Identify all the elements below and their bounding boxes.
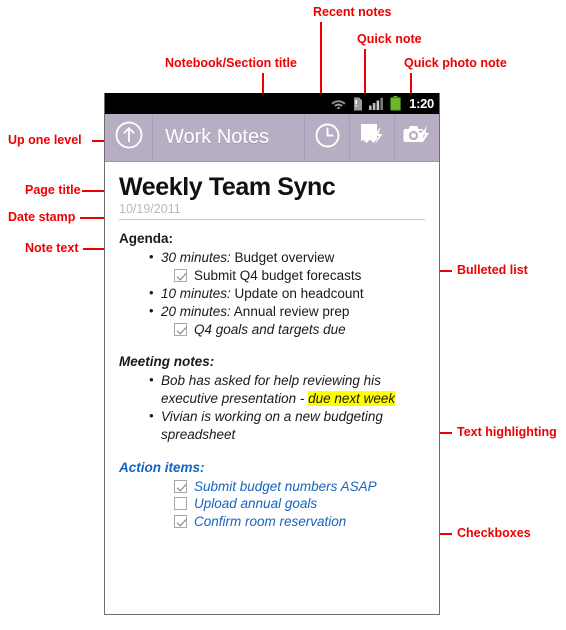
checkbox-label: Submit budget numbers ASAP [194, 478, 377, 494]
battery-icon [390, 96, 402, 111]
bullet-text: Update on headcount [230, 285, 364, 301]
list-item[interactable]: 30 minutes: Budget overview [119, 248, 425, 267]
highlighted-text: due next week [308, 391, 396, 407]
checkbox[interactable] [174, 497, 187, 511]
checkbox-label: Submit Q4 budget forecasts [194, 268, 362, 284]
checkbox-label: Upload annual goals [194, 496, 318, 512]
bullet-lead: 30 minutes: [161, 250, 231, 266]
signal-bars-icon [369, 97, 384, 110]
sd-card-warning-icon [352, 97, 363, 111]
checkbox-row[interactable]: Q4 goals and targets due [119, 321, 425, 339]
list-item[interactable]: Submit Q4 budget forecasts [119, 267, 425, 285]
list-item[interactable]: Vivian is working on a new budgeting spr… [119, 407, 425, 444]
list-item[interactable]: Bob has asked for help reviewing his exe… [119, 371, 425, 408]
checkbox-row[interactable]: Upload annual goals [119, 495, 425, 513]
bullet-lead: 10 minutes: [161, 285, 231, 301]
agenda-list: 30 minutes: Budget overview Submit Q4 bu… [119, 248, 425, 339]
checkbox-row[interactable]: Submit Q4 budget forecasts [119, 267, 425, 285]
list-item[interactable]: 10 minutes: Update on headcount [119, 284, 425, 303]
action-bar: Work Notes [105, 114, 439, 162]
annotation-quick-photo-note: Quick photo note [404, 56, 507, 70]
annotation-text-highlighting: Text highlighting [457, 425, 557, 439]
annotation-page-title: Page title [25, 183, 81, 197]
checkbox[interactable] [174, 269, 187, 283]
checkbox[interactable] [174, 322, 187, 336]
action-items-heading: Action items: [119, 459, 205, 475]
recent-notes-button[interactable] [304, 114, 349, 161]
page-title[interactable]: Weekly Team Sync [119, 174, 425, 201]
clock-icon [314, 122, 341, 154]
annotation-checkboxes: Checkboxes [457, 526, 531, 540]
bullet-text: Annual review prep [230, 303, 350, 319]
phone-screen: 1:20 Work Notes Weekly Team Sync 10/19/2… [104, 93, 440, 615]
quick-note-button[interactable] [349, 114, 394, 161]
status-bar: 1:20 [105, 93, 439, 114]
list-item[interactable]: 20 minutes: Annual review prep [119, 302, 425, 321]
annotation-recent-notes: Recent notes [313, 5, 392, 19]
annotation-bulleted-list: Bulleted list [457, 263, 528, 277]
meeting-notes-list: Bob has asked for help reviewing his exe… [119, 371, 425, 444]
annotation-date-stamp: Date stamp [8, 210, 76, 224]
agenda-heading: Agenda: [119, 231, 173, 247]
note-text: Vivian is working on a new budgeting spr… [161, 408, 383, 442]
checkbox-row[interactable]: Submit budget numbers ASAP [119, 478, 425, 496]
wifi-icon [331, 98, 346, 110]
up-one-level-button[interactable] [105, 114, 153, 161]
notebook-section-title[interactable]: Work Notes [153, 114, 304, 161]
date-stamp: 10/19/2011 [119, 202, 425, 221]
list-item[interactable]: Q4 goals and targets due [119, 321, 425, 339]
status-bar-clock: 1:20 [409, 96, 434, 111]
bullet-text: Budget overview [230, 250, 335, 266]
camera-flash-icon [402, 122, 432, 153]
checkbox-label: Confirm room reservation [194, 514, 347, 530]
checkbox-label: Q4 goals and targets due [194, 321, 346, 337]
meeting-notes-heading: Meeting notes: [119, 354, 215, 370]
annotation-notebook-section-title: Notebook/Section title [165, 56, 297, 70]
quick-photo-note-button[interactable] [394, 114, 439, 161]
bullet-lead: 20 minutes: [161, 303, 231, 319]
annotation-note-text: Note text [25, 241, 79, 255]
checkbox[interactable] [174, 515, 187, 529]
annotation-up-one-level: Up one level [8, 133, 82, 147]
checkbox[interactable] [174, 479, 187, 493]
note-body[interactable]: Weekly Team Sync 10/19/2011 Agenda: 30 m… [105, 162, 439, 613]
leader-recent-notes [320, 22, 322, 100]
quick-note-icon [358, 122, 386, 153]
annotation-quick-note: Quick note [357, 32, 422, 46]
screenshot-root: Recent notes Quick note Quick photo note… [0, 0, 566, 630]
checkbox-row[interactable]: Confirm room reservation [119, 513, 425, 531]
up-arrow-circle-icon [114, 120, 144, 155]
